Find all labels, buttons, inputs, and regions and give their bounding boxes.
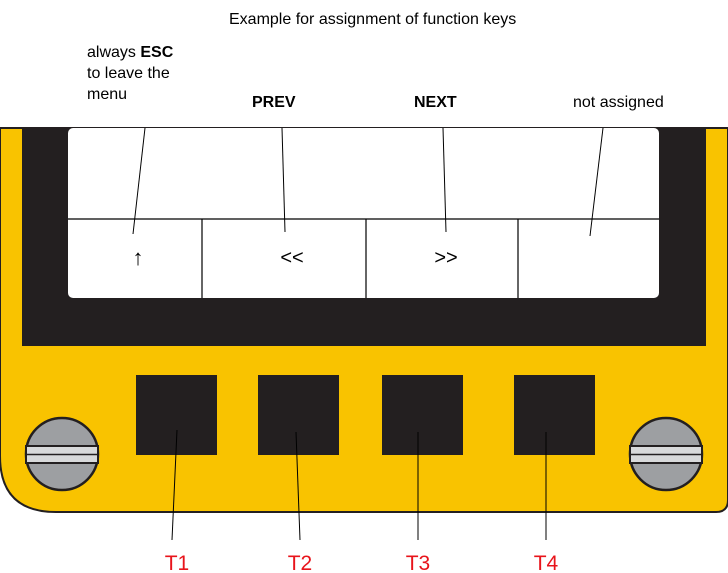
function-key-t3[interactable] (382, 375, 463, 455)
slotted-screw-icon (628, 416, 704, 492)
softkey-label-3: >> (434, 247, 457, 269)
prev-annotation: PREV (252, 94, 296, 111)
esc-annotation-line1: always ESC (87, 44, 174, 61)
slotted-screw-icon (24, 416, 100, 492)
key-label-t4: T4 (534, 552, 559, 573)
key-label-t3: T3 (406, 552, 431, 573)
display-screen (68, 128, 659, 298)
next-annotation: NEXT (414, 94, 457, 111)
esc-annotation-line2: to leave the (87, 65, 170, 82)
function-key-diagram: Example for assignment of function keys … (0, 11, 728, 573)
softkey-label-1: ↑ (133, 245, 144, 270)
key-label-t2: T2 (288, 552, 313, 573)
function-key-t4[interactable] (514, 375, 595, 455)
esc-annotation-line3: menu (87, 86, 127, 103)
function-key-t2[interactable] (258, 375, 339, 455)
not-assigned-annotation: not assigned (573, 94, 664, 111)
key-label-t1: T1 (165, 552, 190, 573)
diagram-title: Example for assignment of function keys (229, 11, 516, 28)
softkey-label-2: << (280, 247, 303, 269)
